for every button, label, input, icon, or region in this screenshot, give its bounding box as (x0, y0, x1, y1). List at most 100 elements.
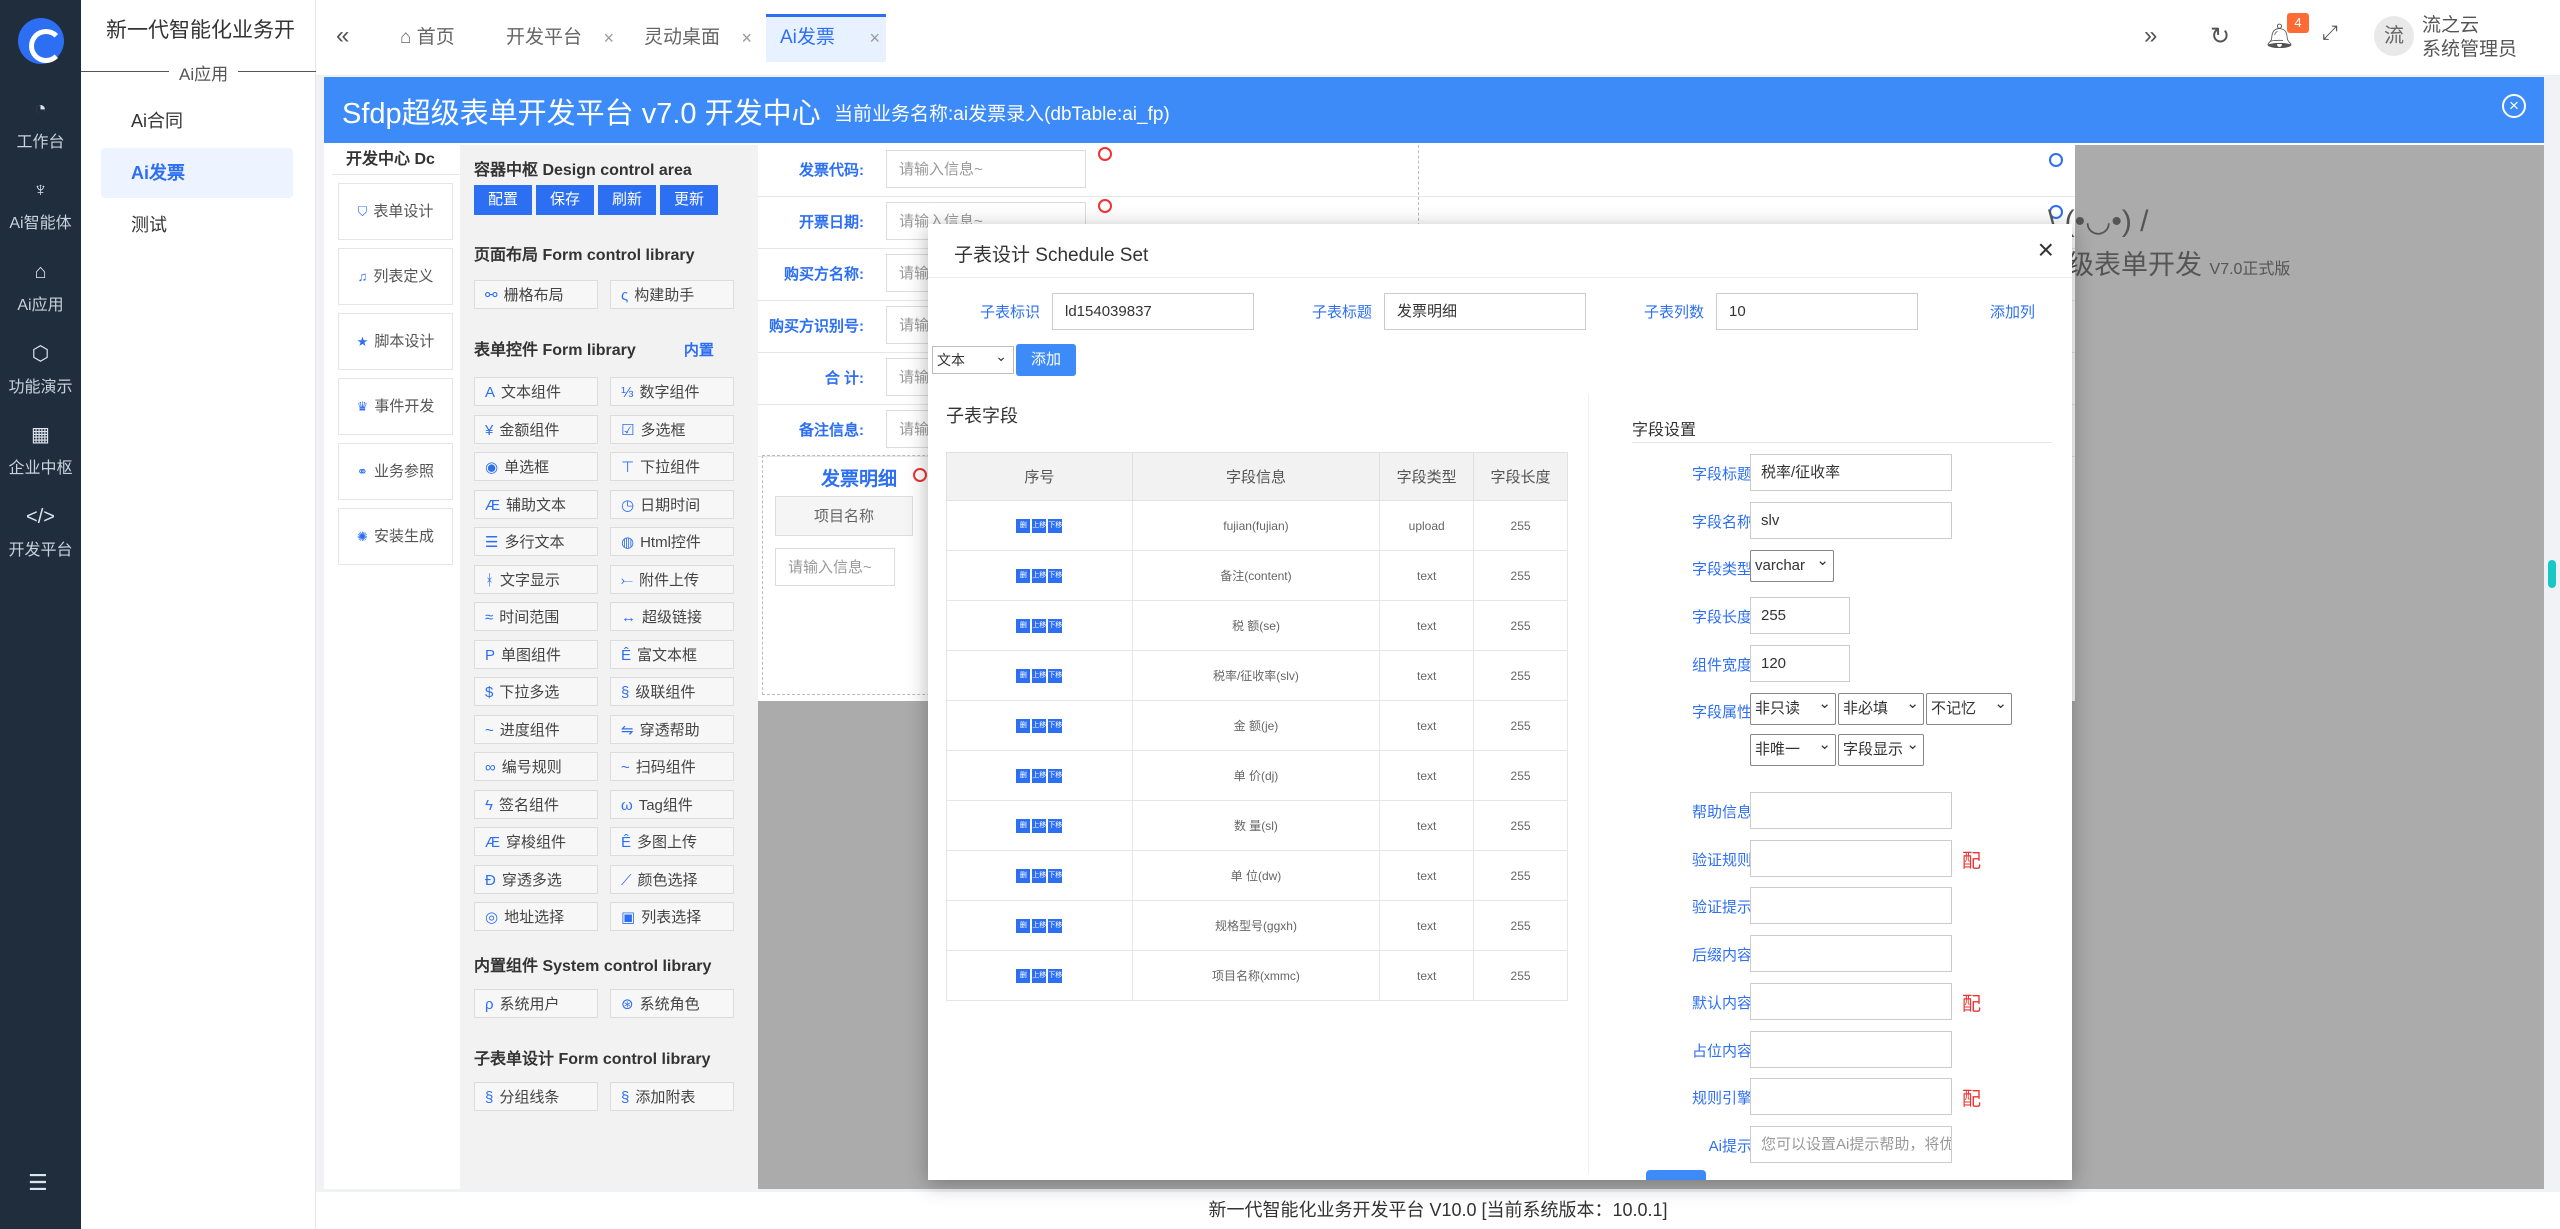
serial-component-button[interactable]: ∞ 编号规则 (474, 752, 598, 781)
delete-button[interactable]: 删 (1016, 718, 1031, 733)
remove-icon[interactable] (1098, 199, 1112, 213)
display-text-component-button[interactable]: ᚼ 文字显示 (474, 564, 598, 594)
move-down-button[interactable]: 下移 (1048, 568, 1063, 583)
delete-button[interactable]: 删 (1016, 518, 1031, 533)
rail-item-demo[interactable]: ⬡ 功能演示 (0, 333, 81, 403)
multi-image-component-button[interactable]: Ê 多图上传 (610, 827, 734, 856)
builtin-link[interactable]: 内置 (684, 342, 714, 359)
subnav-item-test[interactable]: 测试 (101, 200, 293, 250)
invoice-code-input[interactable]: 请输入信息~ (886, 150, 1086, 188)
move-up-button[interactable]: 上移 (1032, 768, 1047, 783)
move-down-button[interactable]: 下移 (1048, 518, 1063, 533)
signature-component-button[interactable]: ϟ 签名组件 (474, 789, 598, 819)
field-length-input[interactable]: 255 (1750, 597, 1850, 634)
app-logo-icon[interactable] (18, 18, 64, 64)
form-design-button[interactable]: ⛉ 表单设计 (338, 183, 453, 240)
subtable-input[interactable]: 请输入信息~ (775, 548, 895, 586)
field-row[interactable]: 删上移 下移 规格型号(ggxh) text 255 (946, 900, 1568, 951)
remove-icon[interactable] (1098, 147, 1112, 161)
move-down-button[interactable]: 下移 (1048, 968, 1063, 983)
move-up-button[interactable]: 上移 (1032, 968, 1047, 983)
remember-dropdown[interactable]: 不记忆 (1926, 689, 2012, 725)
move-up-button[interactable]: 上移 (1032, 568, 1047, 583)
required-dropdown[interactable]: 非必填 (1838, 689, 1924, 725)
help-component-button[interactable]: ⇋ 穿透帮助 (610, 714, 734, 744)
field-type-select[interactable]: 文本 (932, 343, 1014, 374)
rail-item-dashboard[interactable]: ◔ 工作台 (0, 88, 81, 158)
config-rule-link[interactable]: 配 (1962, 846, 1981, 873)
delete-button[interactable]: 删 (1016, 568, 1031, 583)
field-row[interactable]: 删上移 下移单 价(dj) text 255 (946, 750, 1568, 801)
ai-tip-input[interactable]: 您可以设置Ai提示帮助，将优 (1750, 1126, 1952, 1163)
subnav-item-ai-contract[interactable]: Ai合同 (101, 96, 293, 146)
add-subtable-button[interactable]: § 添加附表 (610, 1082, 734, 1111)
move-down-button[interactable]: 下移 (1048, 818, 1063, 833)
transfer-component-button[interactable]: Æ 穿梭组件 (474, 827, 598, 856)
hyperlink-component-button[interactable]: ↔ 超级链接 (610, 602, 734, 631)
delete-button[interactable]: 删 (1016, 618, 1031, 633)
rail-item-enterprise[interactable]: ▦ 企业中枢 (0, 414, 81, 484)
double-right-icon[interactable]: » (2144, 22, 2157, 50)
html-component-button[interactable]: ◍ Html控件 (610, 527, 734, 556)
rule-engine-input[interactable] (1750, 1078, 1952, 1115)
field-row[interactable]: 删上移 下移数 量(sl) text 255 (946, 800, 1568, 851)
dropdown-component-button[interactable]: ⊤ 下拉组件 (610, 452, 734, 481)
address-component-button[interactable]: ◎ 地址选择 (474, 902, 598, 931)
move-up-button[interactable]: 上移 (1032, 668, 1047, 683)
refresh-icon[interactable]: ↻ (2210, 22, 2230, 51)
add-column-link[interactable]: 添加列 (1990, 301, 2035, 322)
time-range-component-button[interactable]: ≈ 时间范围 (474, 602, 598, 631)
number-component-button[interactable]: ⅓ 数字组件 (610, 377, 734, 406)
user-name[interactable]: 流之云 系统管理员 (2422, 14, 2517, 62)
grid-layout-button[interactable]: ⚯ 栅格布局 (474, 280, 598, 309)
delete-button[interactable]: 删 (1016, 668, 1031, 683)
unique-dropdown[interactable]: 非唯一 (1750, 730, 1836, 766)
event-dev-button[interactable]: ♛ 事件开发 (338, 378, 453, 435)
build-helper-button[interactable]: ς 构建助手 (610, 280, 734, 309)
move-down-button[interactable]: 下移 (1048, 918, 1063, 933)
minus-icon[interactable] (2049, 153, 2063, 167)
config-engine-link[interactable]: 配 (1962, 1084, 1981, 1111)
move-down-button[interactable]: 下移 (1048, 768, 1063, 783)
fullscreen-icon[interactable]: ⤢ (2322, 22, 2338, 45)
amount-component-button[interactable]: ¥ 金额组件 (474, 414, 598, 444)
pierce-select-component-button[interactable]: Ð 穿透多选 (474, 864, 598, 894)
field-type-dropdown[interactable]: varchar (1750, 546, 1834, 582)
delete-button[interactable]: 删 (1016, 768, 1031, 783)
move-down-button[interactable]: 下移 (1048, 668, 1063, 683)
collapse-double-left-icon[interactable]: « (336, 22, 349, 50)
richtext-component-button[interactable]: Ê 富文本框 (610, 639, 734, 669)
tab-desktop[interactable]: 灵动桌面 × (630, 14, 752, 62)
component-width-input[interactable]: 120 (1750, 645, 1850, 682)
delete-button[interactable]: 删 (1016, 868, 1031, 883)
subtable-cols-input[interactable]: 10 (1716, 293, 1918, 330)
config-default-link[interactable]: 配 (1962, 989, 1981, 1016)
field-row[interactable]: 删上移 下移 备注(content) text 255 (946, 550, 1568, 601)
text-component-button[interactable]: A 文本组件 (474, 377, 598, 406)
checkbox-component-button[interactable]: ☑ 多选框 (610, 414, 734, 444)
validation-tip-input[interactable] (1750, 887, 1952, 924)
remove-icon[interactable] (913, 468, 927, 482)
install-generate-button[interactable]: ✺ 安装生成 (338, 508, 453, 565)
list-select-component-button[interactable]: ▣ 列表选择 (610, 902, 734, 931)
move-up-button[interactable]: 上移 (1032, 618, 1047, 633)
rail-item-dev-platform[interactable]: </> 开发平台 (0, 496, 81, 566)
move-up-button[interactable]: 上移 (1032, 518, 1047, 533)
close-icon[interactable]: × (2502, 94, 2526, 118)
default-value-input[interactable] (1750, 983, 1952, 1020)
close-icon[interactable]: × (869, 17, 880, 59)
move-up-button[interactable]: 上移 (1032, 918, 1047, 933)
system-user-button[interactable]: ρ 系统用户 (474, 989, 598, 1018)
delete-button[interactable]: 删 (1016, 818, 1031, 833)
avatar[interactable]: 流 (2374, 16, 2414, 56)
move-down-button[interactable]: 下移 (1048, 618, 1063, 633)
field-row[interactable]: 删上移 下移金 额(je) text 255 (946, 700, 1568, 751)
progress-component-button[interactable]: ~ 进度组件 (474, 714, 598, 744)
move-down-button[interactable]: 下移 (1048, 718, 1063, 733)
multiline-component-button[interactable]: ☰ 多行文本 (474, 527, 598, 556)
field-row[interactable]: 删上移 下移单 位(dw) text 255 (946, 850, 1568, 901)
scan-component-button[interactable]: ~ 扫码组件 (610, 752, 734, 781)
refresh-button[interactable]: 刷新 (598, 185, 657, 215)
delete-button[interactable]: 删 (1016, 918, 1031, 933)
tab-home[interactable]: ⌂ 首页 (386, 14, 469, 62)
